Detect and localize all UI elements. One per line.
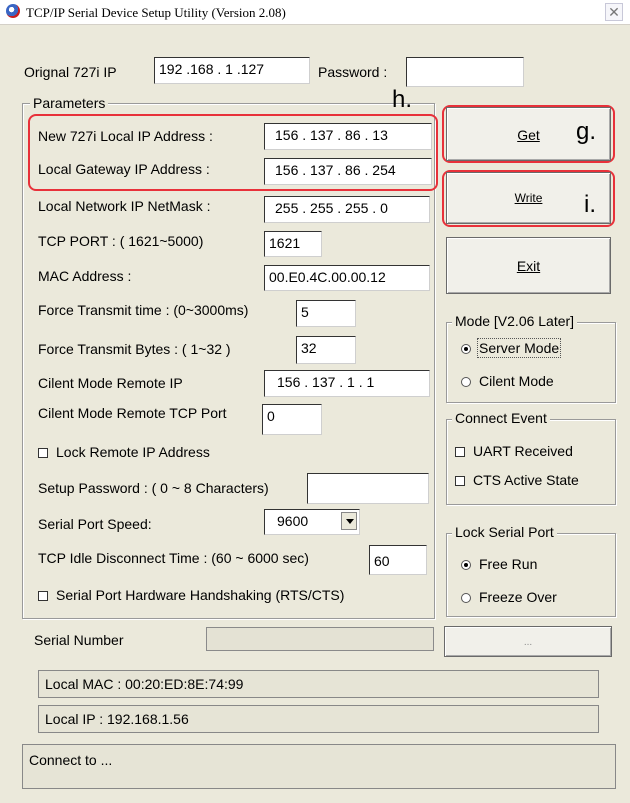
serial-number-field <box>206 627 434 651</box>
callout-h: h. <box>392 86 413 113</box>
free-run-radio-dot[interactable] <box>461 560 471 570</box>
local-ip-label: New 727i Local IP Address : <box>38 128 213 144</box>
lock-remote-label: Lock Remote IP Address <box>56 444 210 460</box>
force-time-field[interactable]: 5 <box>296 300 356 327</box>
serial-speed-select[interactable]: 9600 <box>264 509 360 535</box>
free-run-label: Free Run <box>479 556 538 572</box>
serial-number-button[interactable]: ... <box>444 626 612 657</box>
serial-number-button-label: ... <box>523 637 533 648</box>
password-label: Password : <box>318 64 388 80</box>
server-mode-radio[interactable]: Server Mode <box>461 338 562 358</box>
client-mode-radio[interactable]: Cilent Mode <box>461 373 554 389</box>
serial-number-label: Serial Number <box>34 632 124 648</box>
client-mode-label: Cilent Mode <box>479 373 554 389</box>
exit-button-text: Exit <box>516 258 541 274</box>
exit-button[interactable]: Exit <box>446 237 611 294</box>
setup-password-label: Setup Password : ( 0 ~ 8 Characters) <box>38 480 269 496</box>
window-title: TCP/IP Serial Device Setup Utility (Vers… <box>26 5 286 20</box>
callout-g: g. <box>576 118 597 145</box>
chevron-down-icon[interactable] <box>341 512 357 530</box>
local-ip-field[interactable]: 156 . 137 . 86 . 13 <box>264 123 432 150</box>
connect-event-legend: Connect Event <box>452 410 550 426</box>
remote-port-field[interactable]: 0 <box>262 404 322 435</box>
server-mode-radio-dot[interactable] <box>461 344 471 354</box>
mac-label: MAC Address : <box>38 268 132 284</box>
serial-speed-value: 9600 <box>277 513 309 529</box>
close-button[interactable]: ✕ <box>605 3 623 21</box>
server-mode-label: Server Mode <box>476 338 562 358</box>
original-ip-label: Orignal 727i IP <box>24 64 117 80</box>
force-bytes-field[interactable]: 32 <box>296 336 356 364</box>
lock-serial-legend: Lock Serial Port <box>452 524 557 540</box>
serial-speed-label: Serial Port Speed: <box>38 516 152 532</box>
lock-remote-checkbox-box[interactable] <box>38 448 48 458</box>
idle-disconnect-label: TCP Idle Disconnect Time : (60 ~ 6000 se… <box>38 550 309 566</box>
setup-utility-window: TCP/IP Serial Device Setup Utility (Vers… <box>0 0 630 803</box>
callout-i: i. <box>584 191 596 218</box>
netmask-label: Local Network IP NetMask : <box>38 198 211 214</box>
get-button-text: Get <box>517 127 540 143</box>
cts-active-checkbox-box[interactable] <box>455 476 465 486</box>
local-ip-display: Local IP : 192.168.1.56 <box>38 705 599 733</box>
remote-ip-field[interactable]: 156 . 137 . 1 . 1 <box>264 370 430 397</box>
mode-group <box>446 322 616 403</box>
client-mode-radio-dot[interactable] <box>461 377 471 387</box>
freeze-over-radio[interactable]: Freeze Over <box>461 589 557 605</box>
idle-disconnect-field[interactable]: 60 <box>369 545 427 575</box>
setup-password-input[interactable] <box>307 473 429 504</box>
uart-received-checkbox-box[interactable] <box>455 447 465 457</box>
freeze-over-radio-dot[interactable] <box>461 593 471 603</box>
write-button-text: Write <box>514 191 543 205</box>
parameters-legend: Parameters <box>30 95 109 111</box>
netmask-field[interactable]: 255 . 255 . 255 . 0 <box>264 196 430 223</box>
force-time-label: Force Transmit time : (0~3000ms) <box>38 302 249 318</box>
title-bar: TCP/IP Serial Device Setup Utility (Vers… <box>0 0 630 25</box>
original-ip-field[interactable]: 192 .168 . 1 .127 <box>154 57 310 84</box>
connect-status-bar: Connect to ... <box>22 744 616 789</box>
uart-received-checkbox[interactable]: UART Received <box>455 443 573 459</box>
handshake-checkbox[interactable]: Serial Port Hardware Handshaking (RTS/CT… <box>38 587 344 603</box>
cts-active-checkbox[interactable]: CTS Active State <box>455 472 579 488</box>
app-icon <box>6 4 20 18</box>
handshake-label: Serial Port Hardware Handshaking (RTS/CT… <box>56 587 345 603</box>
remote-port-label: Cilent Mode Remote TCP Port <box>38 405 227 421</box>
gateway-field[interactable]: 156 . 137 . 86 . 254 <box>264 158 432 185</box>
force-bytes-label: Force Transmit Bytes : ( 1~32 ) <box>38 341 231 357</box>
password-input[interactable] <box>406 57 524 87</box>
free-run-radio[interactable]: Free Run <box>461 556 537 572</box>
remote-ip-label: Cilent Mode Remote IP <box>38 375 183 391</box>
handshake-checkbox-box[interactable] <box>38 591 48 601</box>
uart-received-label: UART Received <box>473 443 573 459</box>
tcp-port-label: TCP PORT : ( 1621~5000) <box>38 233 204 249</box>
mode-legend: Mode [V2.06 Later] <box>452 313 578 329</box>
connect-event-group <box>446 419 616 505</box>
lock-remote-checkbox[interactable]: Lock Remote IP Address <box>38 444 210 460</box>
mac-field[interactable]: 00.E0.4C.00.00.12 <box>264 265 430 291</box>
cts-active-label: CTS Active State <box>473 472 579 488</box>
freeze-over-label: Freeze Over <box>479 589 557 605</box>
local-mac-display: Local MAC : 00:20:ED:8E:74:99 <box>38 670 599 698</box>
gateway-label: Local Gateway IP Address : <box>38 161 210 177</box>
tcp-port-field[interactable]: 1621 <box>264 231 322 257</box>
exit-button-label: Exit <box>447 258 610 274</box>
